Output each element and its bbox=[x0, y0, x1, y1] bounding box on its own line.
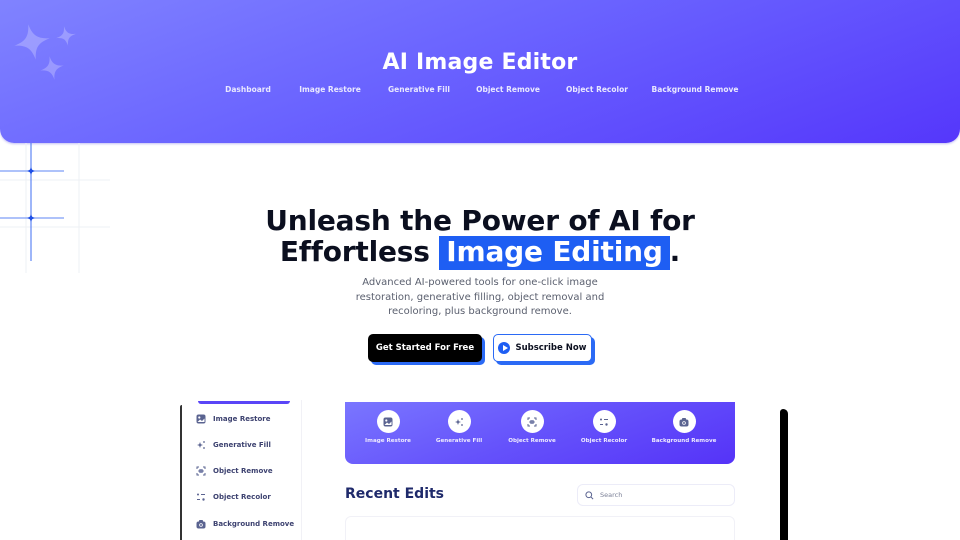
tool-label: Generative Fill bbox=[435, 438, 483, 444]
tool-object-remove[interactable]: Object Remove bbox=[497, 410, 567, 444]
nav-image-restore[interactable]: Image Restore bbox=[299, 85, 361, 94]
subscribe-button-label: Subscribe Now bbox=[515, 343, 587, 353]
nav-generative-fill[interactable]: Generative Fill bbox=[388, 85, 450, 94]
recolor-icon bbox=[600, 418, 608, 426]
sparkles-icon bbox=[455, 417, 463, 426]
tool-label: Object Recolor bbox=[580, 438, 628, 444]
sidebar-item-image-restore[interactable]: Image Restore bbox=[196, 412, 270, 426]
tool-label: Image Restore bbox=[365, 438, 411, 444]
sidebar-item-generative-fill[interactable]: Generative Fill bbox=[196, 438, 271, 452]
recent-edits-card bbox=[345, 516, 735, 540]
sidebar-active-indicator bbox=[198, 401, 290, 404]
sparkles-icon bbox=[197, 441, 205, 449]
header-banner: AI Image Editor Dashboard Image Restore … bbox=[0, 0, 960, 143]
scan-object-icon bbox=[196, 466, 206, 476]
hero-heading-prefix: Effortless bbox=[279, 235, 440, 268]
main-nav: Dashboard Image Restore Generative Fill … bbox=[0, 85, 960, 97]
nav-background-remove[interactable]: Background Remove bbox=[652, 85, 739, 94]
tools-banner: Image Restore Generative Fill Object Rem… bbox=[345, 402, 735, 464]
sidebar-item-label: Image Restore bbox=[213, 415, 271, 423]
dashboard-sidebar: Image Restore Generative Fill Object Rem… bbox=[182, 400, 302, 540]
sidebar-item-label: Generative Fill bbox=[213, 441, 271, 449]
play-icon bbox=[498, 342, 511, 354]
sidebar-item-object-remove[interactable]: Object Remove bbox=[196, 464, 273, 478]
nav-dashboard[interactable]: Dashboard bbox=[225, 85, 271, 94]
tool-object-recolor[interactable]: Object Recolor bbox=[569, 410, 639, 444]
tool-background-remove[interactable]: Background Remove bbox=[649, 410, 719, 444]
sidebar-item-label: Object Remove bbox=[213, 467, 273, 475]
sidebar-item-label: Background Remove bbox=[213, 520, 295, 528]
search-input[interactable] bbox=[600, 491, 720, 499]
hero-heading-line1: Unleash the Power of AI for bbox=[265, 204, 695, 237]
hero-heading-highlight: Image Editing bbox=[439, 236, 670, 270]
nav-object-recolor[interactable]: Object Recolor bbox=[566, 85, 628, 94]
hero-heading: Unleash the Power of AI for Effortless I… bbox=[0, 205, 960, 270]
device-frame-right bbox=[780, 409, 788, 540]
tool-image-restore[interactable]: Image Restore bbox=[353, 410, 423, 444]
hero-subtitle: Advanced AI-powered tools for one-click … bbox=[355, 277, 605, 317]
sidebar-item-label: Object Recolor bbox=[213, 493, 271, 501]
search-icon bbox=[585, 490, 594, 499]
tool-label: Background Remove bbox=[651, 438, 717, 444]
get-started-button[interactable]: Get Started For Free bbox=[368, 334, 482, 362]
hero-heading-line2: Effortless Image Editing. bbox=[0, 236, 960, 270]
app-title: AI Image Editor bbox=[382, 50, 578, 75]
sidebar-item-object-recolor[interactable]: Object Recolor bbox=[196, 490, 271, 504]
hero-heading-suffix: . bbox=[669, 235, 681, 268]
search-box[interactable] bbox=[577, 484, 735, 506]
tool-generative-fill[interactable]: Generative Fill bbox=[424, 410, 494, 444]
tool-label: Object Remove bbox=[508, 438, 556, 444]
camera-icon bbox=[196, 520, 206, 529]
camera-icon bbox=[679, 417, 689, 426]
subscribe-button[interactable]: Subscribe Now bbox=[493, 334, 592, 362]
image-icon bbox=[196, 414, 206, 424]
scan-object-icon bbox=[527, 417, 537, 426]
recent-edits-heading: Recent Edits bbox=[345, 486, 445, 502]
nav-object-remove[interactable]: Object Remove bbox=[476, 85, 540, 94]
recolor-icon bbox=[197, 493, 205, 501]
sidebar-item-background-remove[interactable]: Background Remove bbox=[196, 517, 294, 531]
image-icon bbox=[383, 417, 393, 426]
